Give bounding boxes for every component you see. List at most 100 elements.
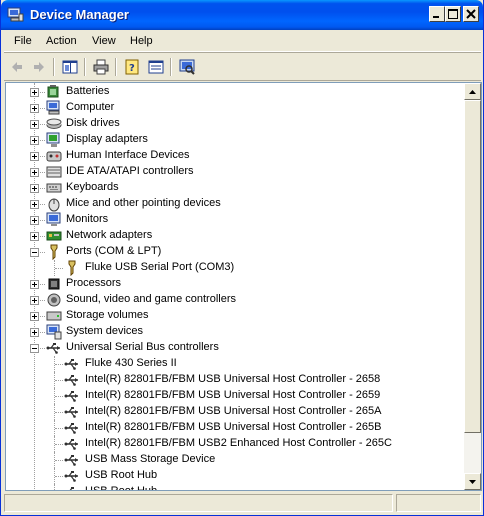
tree-category-item[interactable]: System devices	[6, 324, 464, 340]
port-icon	[68, 260, 76, 276]
toolbar-separator	[84, 58, 86, 76]
tree-line	[40, 124, 45, 125]
usb-icon	[64, 423, 78, 434]
title-bar[interactable]: Device Manager	[1, 0, 483, 30]
tree-category-item[interactable]: Universal Serial Bus controllers	[6, 340, 464, 356]
usb-icon	[46, 343, 60, 354]
expand-icon[interactable]	[30, 120, 39, 129]
toolbar-separator	[53, 58, 55, 76]
tree-line	[40, 300, 45, 301]
expand-icon[interactable]	[30, 232, 39, 241]
tree-category-item[interactable]: Disk drives	[6, 116, 464, 132]
tree-device-item[interactable]: Fluke USB Serial Port (COM3)	[6, 260, 464, 276]
tree-category-item[interactable]: Display adapters	[6, 132, 464, 148]
tree-line	[40, 108, 45, 109]
tree-category-item[interactable]: Computer	[6, 100, 464, 116]
battery-icon	[47, 85, 59, 98]
expand-icon[interactable]	[30, 104, 39, 113]
tree-item-label: Disk drives	[66, 117, 120, 129]
tree-line	[55, 444, 63, 445]
expand-icon[interactable]	[30, 184, 39, 193]
tree-category-item[interactable]: Storage volumes	[6, 308, 464, 324]
expand-icon[interactable]	[30, 296, 39, 305]
show-hide-console-tree-button[interactable]	[60, 57, 80, 77]
expand-icon[interactable]	[30, 200, 39, 209]
tree-device-item[interactable]: USB Root Hub	[6, 468, 464, 484]
toolbar-separator	[115, 58, 117, 76]
arrow-up-icon	[469, 89, 476, 94]
tree-device-item[interactable]: USB Mass Storage Device	[6, 452, 464, 468]
tree-item-label: Intel(R) 82801FB/FBM USB Universal Host …	[85, 373, 381, 385]
tree-device-item[interactable]: Intel(R) 82801FB/FBM USB Universal Host …	[6, 420, 464, 436]
tree-device-item[interactable]: Intel(R) 82801FB/FBM USB Universal Host …	[6, 404, 464, 420]
expand-icon[interactable]	[30, 88, 39, 97]
tree-item-label: Fluke 430 Series II	[85, 357, 177, 369]
tree-category-item[interactable]: Ports (COM & LPT)	[6, 244, 464, 260]
tree-category-item[interactable]: Sound, video and game controllers	[6, 292, 464, 308]
collapse-icon[interactable]	[30, 344, 39, 353]
tree-item-label: System devices	[66, 325, 144, 337]
usb-icon	[64, 359, 78, 370]
print-button[interactable]	[91, 57, 111, 77]
tree-line	[55, 476, 63, 477]
minimize-button[interactable]	[429, 6, 445, 22]
expand-icon[interactable]	[30, 280, 39, 289]
tree-device-item[interactable]: Intel(R) 82801FB/FBM USB2 Enhanced Host …	[6, 436, 464, 452]
tree-category-item[interactable]: Human Interface Devices	[6, 148, 464, 164]
tree-item-label: USB Root Hub	[85, 485, 157, 490]
storage-volume-icon	[46, 311, 62, 321]
expand-icon[interactable]	[30, 152, 39, 161]
scan-hardware-button[interactable]	[177, 57, 197, 77]
tree-category-item[interactable]: Mice and other pointing devices	[6, 196, 464, 212]
back-button[interactable]	[7, 57, 27, 77]
tree-line	[55, 364, 63, 365]
port-icon	[50, 244, 58, 260]
vertical-scrollbar[interactable]	[464, 83, 481, 490]
collapse-icon[interactable]	[30, 248, 39, 257]
menu-help[interactable]: Help	[130, 35, 153, 47]
tree-device-item[interactable]: USB Root Hub	[6, 484, 464, 490]
show-hide-console-tree-icon	[62, 60, 78, 74]
tree-category-item[interactable]: Batteries	[6, 84, 464, 100]
scroll-thumb[interactable]	[464, 100, 481, 433]
tree-item-label: Network adapters	[66, 229, 153, 241]
arrow-down-icon	[469, 479, 476, 484]
tree-item-label: Storage volumes	[66, 309, 149, 321]
tree-category-item[interactable]: Monitors	[6, 212, 464, 228]
tree-item-label: Monitors	[66, 213, 109, 225]
device-manager-icon	[7, 7, 24, 22]
help-button[interactable]: ?	[122, 57, 142, 77]
toolbar: ?	[4, 54, 481, 80]
processor-icon	[48, 278, 60, 290]
tree-category-item[interactable]: Keyboards	[6, 180, 464, 196]
tree-category-item[interactable]: Network adapters	[6, 228, 464, 244]
tree-line	[55, 460, 63, 461]
expand-icon[interactable]	[30, 136, 39, 145]
menu-file[interactable]: File	[14, 35, 32, 47]
tree-line	[40, 92, 45, 93]
expand-icon[interactable]	[30, 168, 39, 177]
disk-drive-icon	[46, 118, 62, 129]
scroll-down-button[interactable]	[464, 473, 481, 490]
device-tree[interactable]: Batteries Computer Disk drives Display adap…	[6, 83, 464, 490]
expand-icon[interactable]	[30, 312, 39, 321]
maximize-button[interactable]	[445, 6, 461, 22]
expand-icon[interactable]	[30, 328, 39, 337]
menu-view[interactable]: View	[92, 35, 116, 47]
expand-icon[interactable]	[30, 216, 39, 225]
tree-device-item[interactable]: Intel(R) 82801FB/FBM USB Universal Host …	[6, 388, 464, 404]
status-pane-main	[4, 494, 393, 512]
forward-button[interactable]	[29, 57, 49, 77]
tree-item-label: Mice and other pointing devices	[66, 197, 221, 209]
tree-category-item[interactable]: IDE ATA/ATAPI controllers	[6, 164, 464, 180]
tree-device-item[interactable]: Fluke 430 Series II	[6, 356, 464, 372]
display-adapter-icon	[46, 132, 60, 147]
tree-item-label: Universal Serial Bus controllers	[66, 341, 219, 353]
properties-button[interactable]	[146, 57, 166, 77]
close-button[interactable]	[463, 6, 479, 22]
tree-category-item[interactable]: Processors	[6, 276, 464, 292]
tree-device-item[interactable]: Intel(R) 82801FB/FBM USB Universal Host …	[6, 372, 464, 388]
usb-icon	[64, 471, 78, 482]
scroll-up-button[interactable]	[464, 83, 481, 100]
menu-action[interactable]: Action	[46, 35, 77, 47]
